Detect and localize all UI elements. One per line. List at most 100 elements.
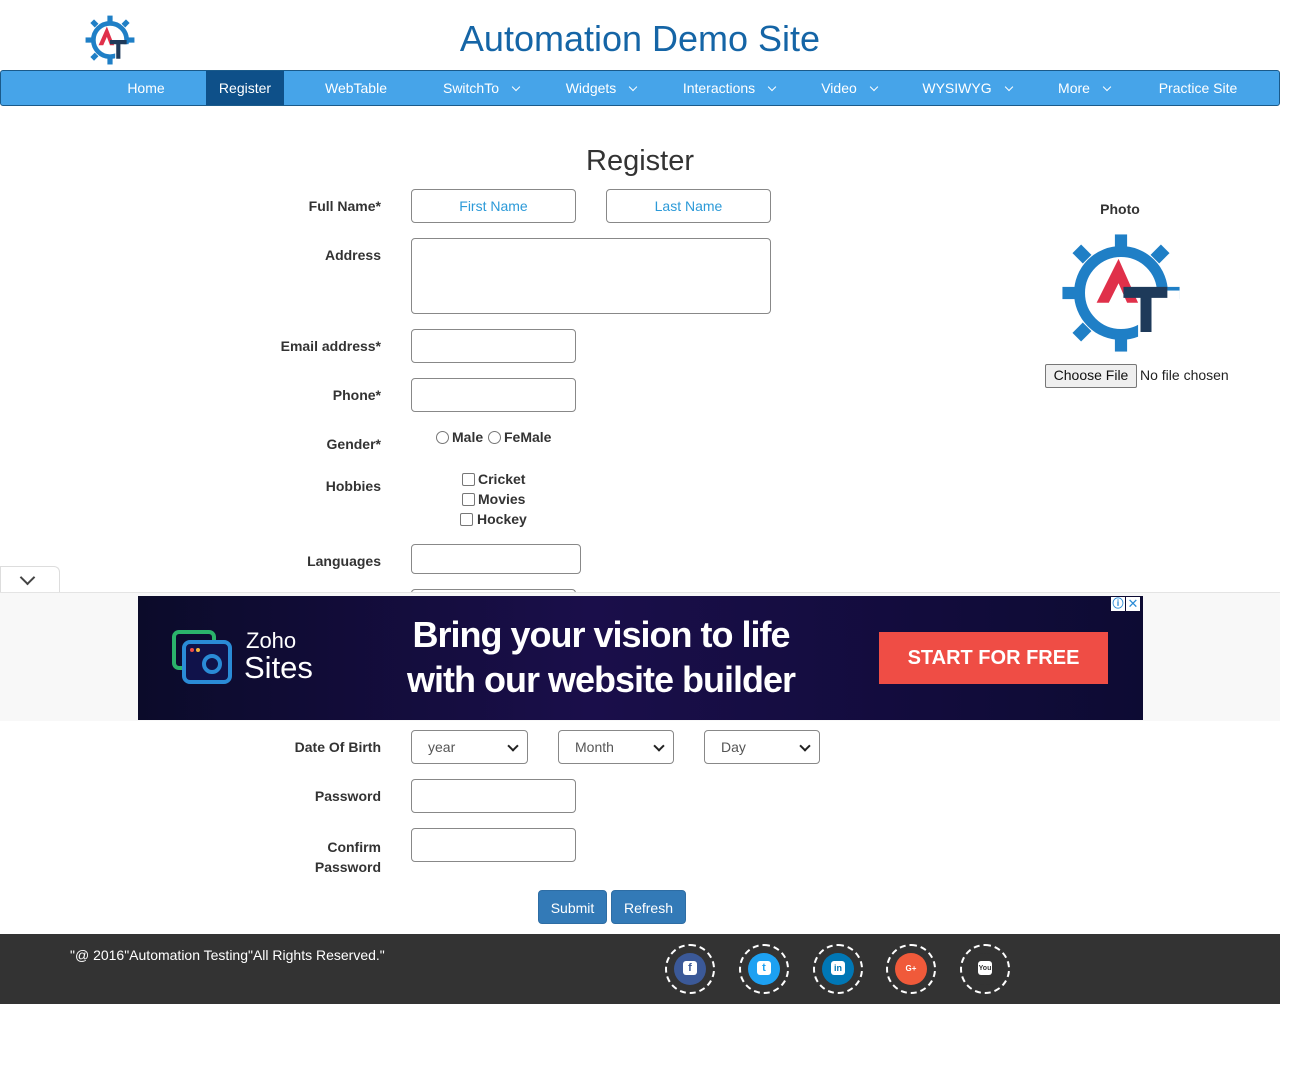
- hobby-hockey-label: Hockey: [477, 511, 527, 527]
- phone-label: Phone*: [332, 387, 381, 403]
- linkedin-glyph: in: [831, 961, 845, 975]
- chevron-down-icon: [507, 740, 519, 752]
- password-label: Password: [314, 788, 381, 804]
- refresh-button[interactable]: Refresh: [611, 890, 686, 924]
- gender-male-label: Male: [452, 429, 484, 445]
- main-navbar: Home Register WebTable SwitchTo Widgets …: [0, 70, 1280, 106]
- profile-photo-logo-icon: [1062, 234, 1180, 354]
- copyright-text: "@ 2016"Automation Testing"All Rights Re…: [70, 947, 385, 963]
- chevron-down-icon: [653, 740, 665, 752]
- confirm-password-input[interactable]: [411, 828, 576, 862]
- hobby-movies-label: Movies: [478, 491, 526, 507]
- gender-female-radio[interactable]: [488, 431, 501, 444]
- dob-year-select[interactable]: year: [411, 730, 528, 764]
- email-label: Email address*: [280, 338, 381, 354]
- password-input[interactable]: [411, 779, 576, 813]
- dob-label: Date Of Birth: [294, 739, 381, 755]
- languages-label: Languages: [307, 553, 381, 569]
- ad-brand-sites: Sites: [244, 650, 313, 685]
- ad-banner[interactable]: Zoho Sites Bring your vision to life wit…: [138, 596, 1143, 720]
- gender-male-radio[interactable]: [436, 431, 449, 444]
- nav-interactions[interactable]: Interactions: [671, 71, 787, 105]
- google-plus-icon: G+: [895, 953, 927, 985]
- footer: [0, 934, 1280, 1004]
- dob-year-value: year: [428, 739, 456, 755]
- facebook-link[interactable]: f: [665, 944, 715, 994]
- chevron-down-icon: [1102, 82, 1112, 92]
- twitter-icon: t: [748, 953, 780, 985]
- twitter-link[interactable]: t: [739, 944, 789, 994]
- address-textarea[interactable]: [411, 238, 771, 314]
- youtube-icon: You: [969, 953, 1001, 985]
- nav-switchto-label: SwitchTo: [442, 80, 500, 96]
- hobby-cricket-label: Cricket: [478, 471, 526, 487]
- address-label: Address: [324, 247, 381, 263]
- linkedin-link[interactable]: in: [813, 944, 863, 994]
- ad-cta-button[interactable]: START FOR FREE: [879, 632, 1108, 684]
- full-name-label: Full Name*: [308, 198, 381, 214]
- chevron-down-icon: [629, 82, 638, 92]
- nav-more[interactable]: More: [1047, 71, 1121, 105]
- google-plus-link[interactable]: G+: [886, 944, 936, 994]
- email-input[interactable]: [411, 329, 576, 363]
- chevron-down-icon: [1004, 82, 1013, 92]
- dob-month-value: Month: [575, 739, 614, 755]
- ad-headline: Bring your vision to life with our websi…: [368, 612, 834, 702]
- nav-wysiwyg-label: WYSIWYG: [922, 80, 992, 96]
- youtube-glyph: You: [978, 961, 992, 975]
- nav-register-label: Register: [218, 80, 272, 96]
- google-plus-glyph: G+: [905, 964, 917, 973]
- nav-webtable-label: WebTable: [324, 80, 387, 96]
- nav-practice-site[interactable]: Practice Site: [1147, 71, 1249, 105]
- nav-video[interactable]: Video: [809, 71, 889, 105]
- submit-button[interactable]: Submit: [538, 890, 607, 924]
- chevron-down-icon: [767, 82, 777, 92]
- last-name-input[interactable]: Last Name: [606, 189, 771, 223]
- ad-info-icon[interactable]: ⓘ: [1111, 597, 1125, 611]
- zoho-sites-logo-icon: [172, 630, 232, 684]
- ad-close-icon[interactable]: ✕: [1126, 597, 1140, 611]
- youtube-link[interactable]: You: [960, 944, 1010, 994]
- languages-multiselect[interactable]: [411, 544, 581, 574]
- ad-headline-line-1: Bring your vision to life: [412, 614, 790, 655]
- page-title: Register: [586, 145, 694, 177]
- site-title: Automation Demo Site: [459, 18, 821, 59]
- nav-widgets[interactable]: Widgets: [553, 71, 649, 105]
- nav-video-label: Video: [821, 80, 857, 96]
- chevron-down-icon: [511, 82, 521, 92]
- gender-female-label: FeMale: [504, 429, 552, 445]
- chevron-down-icon: [799, 740, 811, 752]
- nav-interactions-label: Interactions: [682, 80, 756, 96]
- confirm-password-label-line-2: Password: [314, 859, 381, 875]
- dob-day-value: Day: [721, 739, 746, 755]
- nav-wysiwyg[interactable]: WYSIWYG: [911, 71, 1023, 105]
- nav-home-label: Home: [127, 80, 165, 96]
- twitter-glyph: t: [757, 961, 771, 975]
- nav-webtable[interactable]: WebTable: [313, 71, 399, 105]
- gender-label: Gender*: [326, 436, 381, 452]
- phone-input[interactable]: [411, 378, 576, 412]
- nav-more-label: More: [1058, 80, 1090, 96]
- no-file-text: No file chosen: [1140, 367, 1229, 383]
- linkedin-icon: in: [822, 953, 854, 985]
- confirm-password-label-line-1: Confirm: [327, 839, 381, 855]
- choose-file-button[interactable]: Choose File: [1045, 364, 1137, 388]
- nav-home[interactable]: Home: [109, 71, 183, 105]
- ad-headline-line-2: with our website builder: [406, 659, 796, 700]
- nav-widgets-label: Widgets: [565, 80, 617, 96]
- hobby-hockey-checkbox[interactable]: [460, 513, 473, 526]
- hobbies-label: Hobbies: [325, 478, 381, 494]
- hobby-movies-checkbox[interactable]: [462, 493, 475, 506]
- facebook-glyph: f: [683, 961, 697, 975]
- chevron-down-icon: [869, 82, 879, 92]
- hobby-cricket-checkbox[interactable]: [462, 473, 475, 486]
- nav-switchto[interactable]: SwitchTo: [431, 71, 531, 105]
- photo-label: Photo: [1100, 201, 1140, 217]
- facebook-icon: f: [674, 953, 706, 985]
- nav-register[interactable]: Register: [206, 71, 284, 105]
- first-name-input[interactable]: First Name: [411, 189, 576, 223]
- dob-day-select[interactable]: Day: [704, 730, 820, 764]
- confirm-password-label: Confirm Password: [181, 837, 381, 877]
- nav-practice-site-label: Practice Site: [1158, 80, 1238, 96]
- dob-month-select[interactable]: Month: [558, 730, 674, 764]
